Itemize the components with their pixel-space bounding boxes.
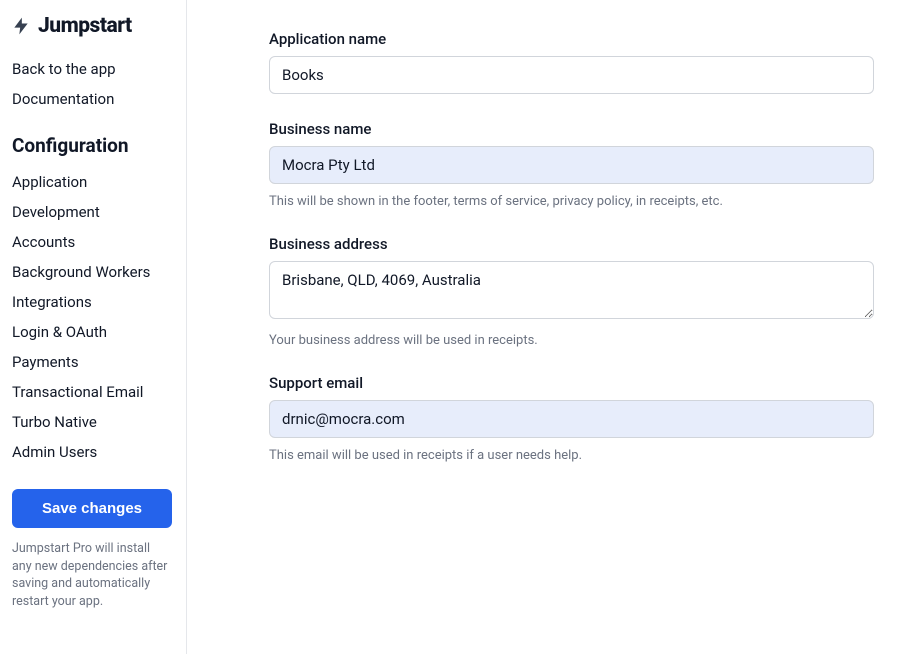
sidebar-item-login-oauth[interactable]: Login & OAuth bbox=[12, 317, 174, 347]
sidebar-item-development[interactable]: Development bbox=[12, 197, 174, 227]
business-address-help: Your business address will be used in re… bbox=[269, 333, 874, 348]
support-email-label: Support email bbox=[269, 374, 874, 392]
logo-text: Jumpstart bbox=[38, 14, 132, 38]
business-name-input[interactable] bbox=[269, 146, 874, 184]
sidebar-item-turbo-native[interactable]: Turbo Native bbox=[12, 407, 174, 437]
support-email-group: Support email This email will be used in… bbox=[269, 374, 874, 463]
logo: Jumpstart bbox=[10, 14, 174, 38]
sidebar-item-background-workers[interactable]: Background Workers bbox=[12, 257, 174, 287]
documentation-link[interactable]: Documentation bbox=[12, 86, 174, 112]
sidebar-item-transactional-email[interactable]: Transactional Email bbox=[12, 377, 174, 407]
configuration-nav: Application Development Accounts Backgro… bbox=[12, 167, 174, 467]
sidebar: Jumpstart Back to the app Documentation … bbox=[0, 0, 187, 654]
application-name-label: Application name bbox=[269, 30, 874, 48]
save-note: Jumpstart Pro will install any new depen… bbox=[12, 540, 172, 610]
support-email-help: This email will be used in receipts if a… bbox=[269, 448, 874, 463]
business-name-group: Business name This will be shown in the … bbox=[269, 120, 874, 209]
sidebar-item-integrations[interactable]: Integrations bbox=[12, 287, 174, 317]
save-changes-button[interactable]: Save changes bbox=[12, 489, 172, 528]
sidebar-item-application[interactable]: Application bbox=[12, 167, 174, 197]
business-address-label: Business address bbox=[269, 235, 874, 253]
business-name-help: This will be shown in the footer, terms … bbox=[269, 194, 874, 209]
lightning-icon bbox=[10, 15, 32, 37]
business-address-group: Business address Your business address w… bbox=[269, 235, 874, 348]
business-name-label: Business name bbox=[269, 120, 874, 138]
sidebar-item-payments[interactable]: Payments bbox=[12, 347, 174, 377]
main-content: Application name Business name This will… bbox=[187, 0, 902, 654]
application-name-group: Application name bbox=[269, 30, 874, 94]
application-name-input[interactable] bbox=[269, 56, 874, 94]
sidebar-item-admin-users[interactable]: Admin Users bbox=[12, 437, 174, 467]
sidebar-item-accounts[interactable]: Accounts bbox=[12, 227, 174, 257]
business-address-input[interactable] bbox=[269, 261, 874, 319]
back-to-app-link[interactable]: Back to the app bbox=[12, 56, 174, 82]
configuration-header: Configuration bbox=[12, 134, 174, 157]
support-email-input[interactable] bbox=[269, 400, 874, 438]
